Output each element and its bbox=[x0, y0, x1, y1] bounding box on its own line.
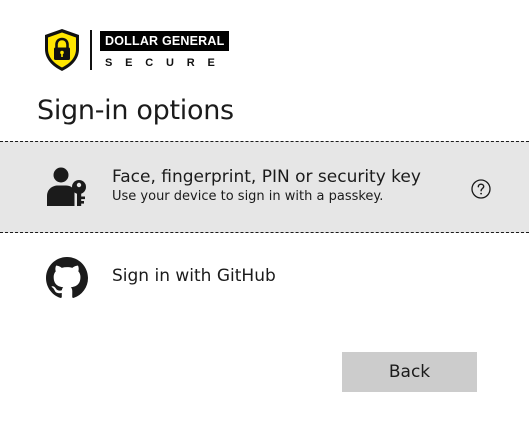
brand-subtitle: SECURE bbox=[105, 57, 228, 69]
option-passkey-description: Use your device to sign in with a passke… bbox=[112, 189, 384, 204]
user-key-icon bbox=[47, 167, 86, 206]
page-title: Sign-in options bbox=[37, 95, 234, 126]
question-circle-icon[interactable] bbox=[471, 179, 491, 199]
option-github-text: Sign in with GitHub bbox=[112, 265, 276, 287]
option-github[interactable]: Sign in with GitHub bbox=[0, 245, 529, 309]
option-passkey-label: Face, fingerprint, PIN or security key bbox=[112, 167, 421, 187]
option-passkey[interactable]: Face, fingerprint, PIN or security key U… bbox=[0, 141, 529, 233]
logo-divider bbox=[90, 30, 92, 70]
github-icon bbox=[46, 257, 88, 298]
back-button[interactable]: Back bbox=[342, 352, 477, 392]
option-github-label: Sign in with GitHub bbox=[112, 266, 276, 286]
brand-text: DOLLAR GENERAL SECURE bbox=[100, 31, 230, 69]
option-passkey-text: Face, fingerprint, PIN or security key U… bbox=[112, 166, 421, 205]
brand-logo: DOLLAR GENERAL SECURE bbox=[42, 28, 230, 72]
shield-lock-icon bbox=[45, 29, 79, 71]
brand-name: DOLLAR GENERAL bbox=[100, 31, 230, 51]
